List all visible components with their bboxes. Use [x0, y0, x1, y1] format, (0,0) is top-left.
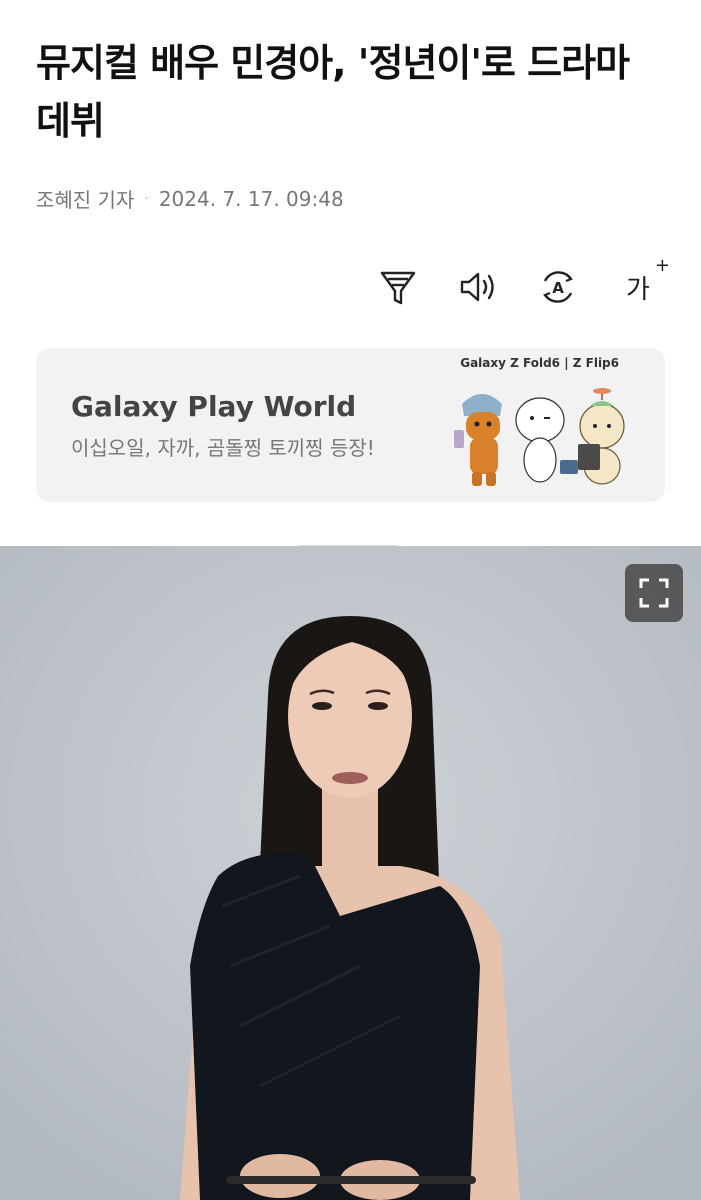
font-size-icon: 가 — [626, 274, 650, 305]
font-size-plus: + — [654, 255, 670, 276]
translate-button[interactable]: A — [538, 265, 578, 309]
translate-icon: A — [543, 271, 573, 303]
banner-brand: Galaxy Z Fold6 | Z Flip6 — [460, 356, 619, 370]
reporter-name[interactable]: 조혜진 기자 — [36, 184, 134, 213]
article-toolbar: A 가 + — [378, 255, 670, 309]
article-photo[interactable] — [0, 546, 701, 1200]
character-illustration — [454, 388, 625, 486]
publish-datetime: 2024. 7. 17. 09:48 — [158, 186, 344, 211]
expand-icon — [639, 578, 669, 608]
article-title: 뮤지컬 배우 민경아, '정년이'로 드라마 데뷔 — [36, 41, 630, 143]
banner-title: Galaxy Play World — [71, 390, 357, 423]
byline-separator: · — [144, 190, 149, 207]
portrait-image — [0, 546, 701, 1200]
filter-icon — [380, 271, 416, 305]
home-indicator[interactable] — [226, 1176, 476, 1184]
font-size-button[interactable]: 가 + — [618, 255, 670, 309]
banner-subtitle: 이십오일, 자까, 곰돌찡 토끼찡 등장! — [71, 436, 375, 460]
byline: 조혜진 기자 · 2024. 7. 17. 09:48 — [36, 184, 344, 213]
speaker-icon — [460, 272, 494, 302]
fullscreen-button[interactable] — [625, 564, 683, 622]
text-to-speech-button[interactable] — [458, 265, 498, 309]
svg-text:A: A — [552, 279, 564, 297]
summary-filter-button[interactable] — [378, 265, 418, 309]
ad-banner[interactable]: Galaxy Z Fold6 | Z Flip6 Galaxy Play Wor… — [36, 348, 665, 502]
